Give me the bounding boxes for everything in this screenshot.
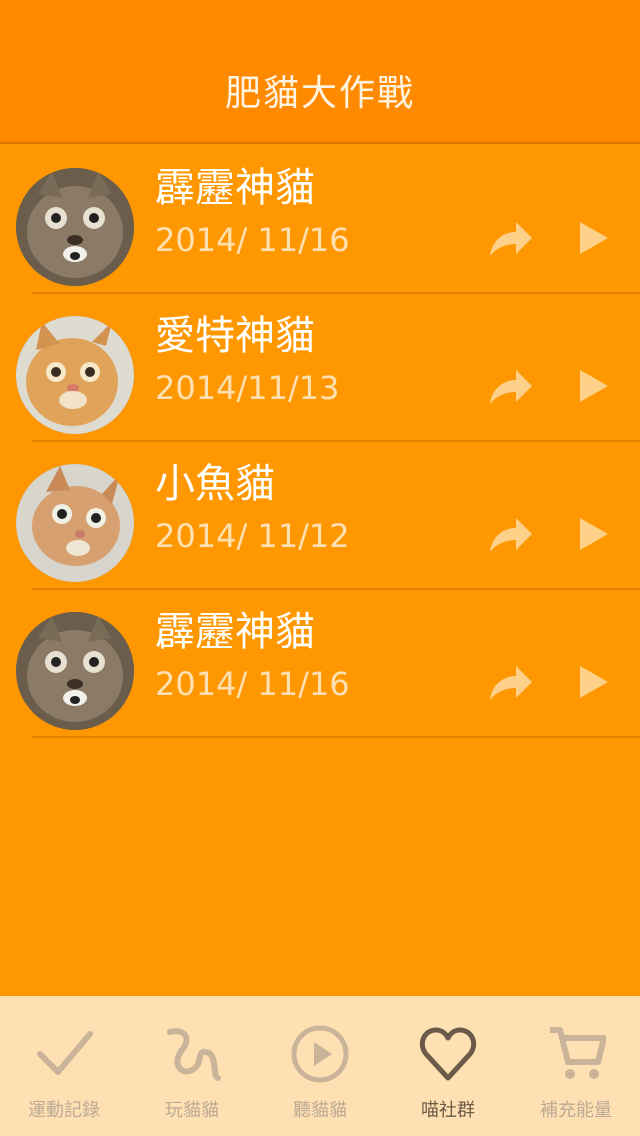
play-icon[interactable]: [574, 218, 614, 258]
share-icon[interactable]: [488, 220, 534, 260]
tab-label: 聽貓貓: [293, 1100, 347, 1121]
tab-label: 運動記錄: [28, 1100, 100, 1121]
cat-name: 小魚貓: [155, 461, 275, 507]
list-item[interactable]: 霹靂神貓 2014/ 11/16: [0, 146, 640, 294]
tab-label: 補充能量: [540, 1100, 612, 1121]
tab-label: 喵社群: [421, 1100, 475, 1121]
tab-bar: 運動記錄 玩貓貓 聽貓貓 喵社群 補充能量: [0, 996, 640, 1136]
cat-avatar[interactable]: [16, 168, 134, 286]
heart-icon: [418, 1024, 478, 1084]
cat-avatar[interactable]: [16, 464, 134, 582]
cart-icon: [546, 1024, 607, 1084]
post-date: 2014/11/13: [155, 369, 340, 407]
play-icon[interactable]: [574, 366, 614, 406]
list-item[interactable]: 愛特神貓 2014/11/13: [0, 294, 640, 442]
cat-name: 愛特神貓: [155, 313, 315, 359]
post-date: 2014/ 11/12: [155, 517, 350, 555]
app-header: 肥貓大作戰: [0, 0, 640, 144]
list-item[interactable]: 小魚貓 2014/ 11/12: [0, 442, 640, 590]
list-item[interactable]: 霹靂神貓 2014/ 11/16: [0, 590, 640, 738]
post-date: 2014/ 11/16: [155, 221, 350, 259]
tab-recharge[interactable]: 補充能量: [512, 996, 640, 1136]
play-icon[interactable]: [574, 662, 614, 702]
cat-avatar[interactable]: [16, 612, 134, 730]
divider: [32, 736, 640, 738]
play-icon[interactable]: [574, 514, 614, 554]
scribble-icon: [162, 1024, 222, 1084]
share-icon[interactable]: [488, 368, 534, 408]
post-date: 2014/ 11/16: [155, 665, 350, 703]
share-icon[interactable]: [488, 664, 534, 704]
tab-play-cat[interactable]: 玩貓貓: [128, 996, 256, 1136]
page-title: 肥貓大作戰: [224, 73, 415, 114]
post-list: 霹靂神貓 2014/ 11/16 愛特神貓 2014/11/13 小魚貓 201…: [0, 146, 640, 738]
cat-name: 霹靂神貓: [155, 165, 315, 211]
tab-label: 玩貓貓: [165, 1100, 219, 1121]
tab-exercise-record[interactable]: 運動記錄: [0, 996, 128, 1136]
cat-name: 霹靂神貓: [155, 609, 315, 655]
play-circle-icon: [290, 1024, 350, 1084]
tab-meow-community[interactable]: 喵社群: [384, 996, 512, 1136]
cat-avatar[interactable]: [16, 316, 134, 434]
tab-listen-cat[interactable]: 聽貓貓: [256, 996, 384, 1136]
checkmark-icon: [34, 1024, 94, 1084]
share-icon[interactable]: [488, 516, 534, 556]
